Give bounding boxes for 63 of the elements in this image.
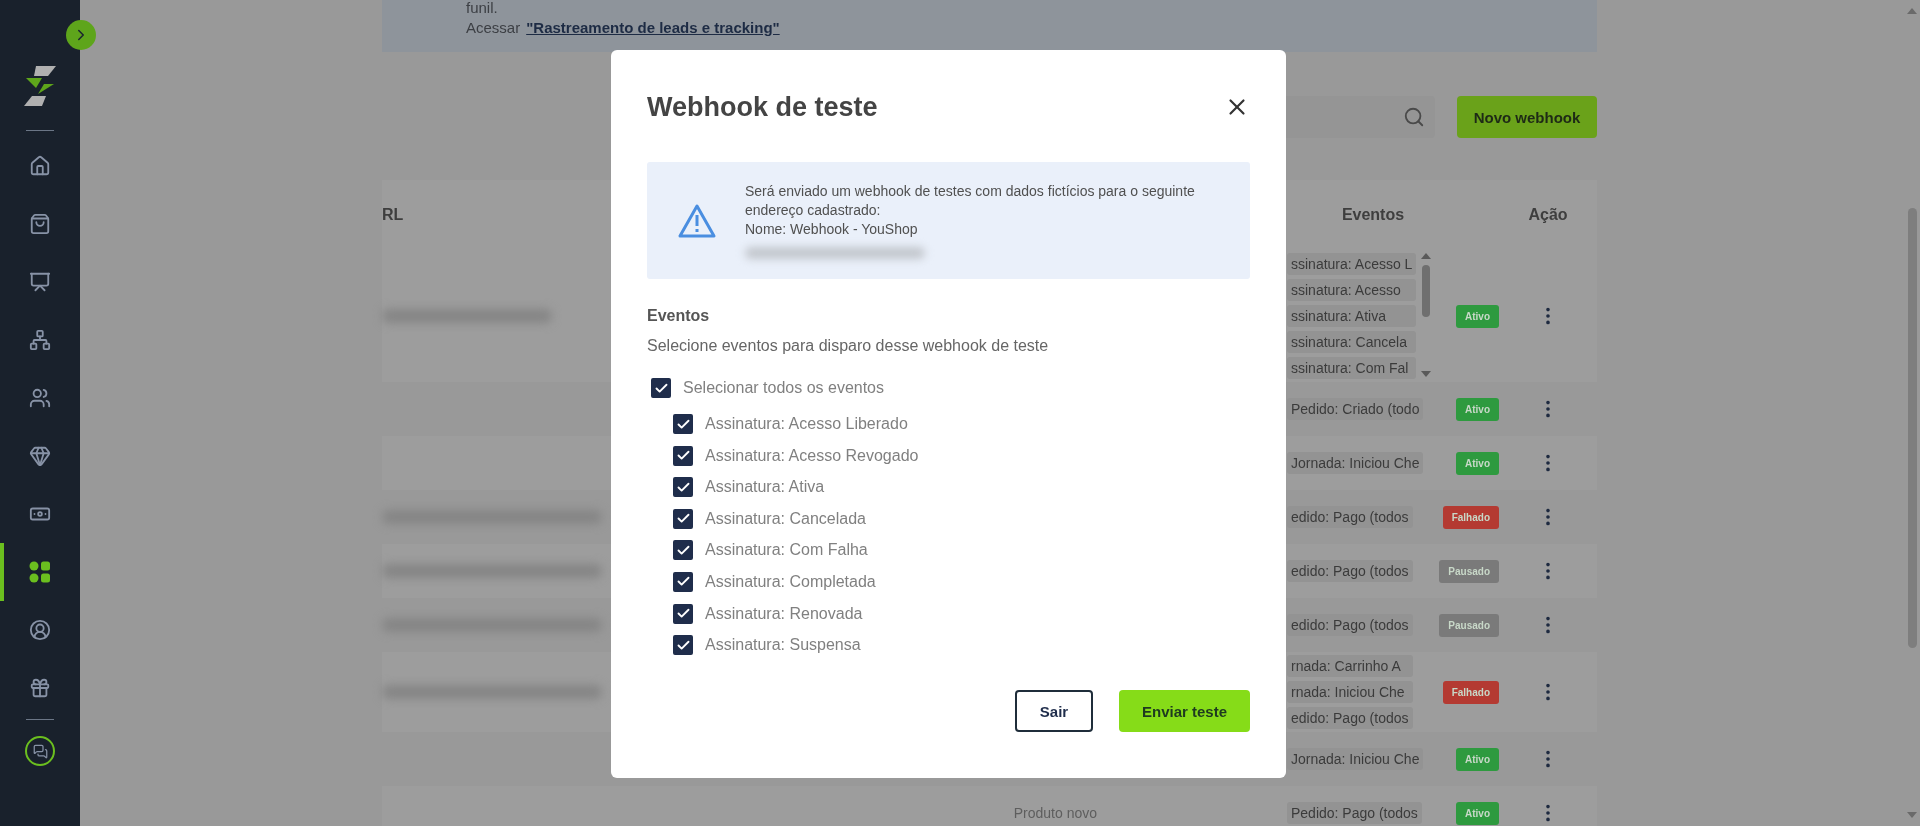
- event-checkbox[interactable]: Assinatura: Cancelada: [673, 507, 1250, 530]
- gift-icon: [29, 677, 51, 699]
- column-header: Ação: [1528, 206, 1568, 223]
- banner-text: Acessar: [466, 19, 521, 36]
- event-checkbox[interactable]: Assinatura: Com Falha: [673, 539, 1250, 562]
- new-webhook-button[interactable]: Novo webhook: [1457, 96, 1597, 138]
- banner-text: funil.: [466, 0, 498, 16]
- event-checkbox[interactable]: Assinatura: Acesso Revogado: [673, 444, 1250, 467]
- column-header: RL: [382, 206, 404, 223]
- status-badge: Falhado: [1442, 680, 1499, 704]
- info-text: Será enviado um webhook de testes com dados fictícios para o seguinte endereço cadastrado:: [745, 182, 1196, 220]
- event-tag: edido: Pago (todos: [1287, 560, 1413, 582]
- section-title: Eventos: [647, 307, 711, 325]
- event-tag: ssinatura: Ativa: [1287, 305, 1417, 327]
- chat-button[interactable]: [25, 736, 55, 766]
- event-tag: edido: Pago (todos: [1287, 506, 1413, 528]
- product-text: Produto novo: [1013, 805, 1097, 821]
- event-checkbox[interactable]: Assinatura: Acesso Liberado: [673, 413, 1250, 435]
- event-tag: Pedido: Pago (todos: [1287, 802, 1422, 824]
- event-checkbox[interactable]: Assinatura: Suspensa: [673, 634, 1250, 657]
- send-test-button[interactable]: Enviar teste: [1119, 690, 1250, 733]
- presentation-board-icon: [29, 271, 51, 293]
- status-badge: Ativo: [1456, 304, 1499, 328]
- expand-sidebar-button[interactable]: [66, 20, 96, 50]
- webhook-name-text: Nome: Webhook - YouShop: [745, 220, 919, 239]
- logo-icon: [22, 64, 58, 108]
- status-badge: Ativo: [1456, 397, 1499, 421]
- event-checkbox[interactable]: Assinatura: Completada: [673, 570, 1250, 593]
- exit-button[interactable]: Sair: [1015, 690, 1093, 733]
- event-tag: ssinatura: Acesso: [1287, 279, 1417, 301]
- status-badge: Falhado: [1442, 505, 1499, 529]
- event-tag: rnada: Carrinho A: [1287, 655, 1413, 677]
- status-badge: Ativo: [1456, 451, 1499, 475]
- apps-grid-icon: [29, 561, 51, 583]
- people-icon: [29, 387, 51, 409]
- home-icon: [29, 155, 51, 177]
- column-header: Eventos: [1341, 206, 1405, 223]
- search-icon: [1403, 106, 1425, 128]
- event-tag: ssinatura: Com Fal: [1287, 357, 1417, 379]
- warning-icon: [677, 202, 717, 239]
- event-tag: edido: Pago (todos: [1287, 707, 1413, 729]
- dialog-title: Webhook de teste: [647, 91, 878, 123]
- event-checkbox[interactable]: Assinatura: Ativa: [673, 476, 1250, 499]
- network-icon: [29, 329, 51, 351]
- status-badge: Pausado: [1439, 613, 1499, 637]
- event-tag: edido: Pago (todos: [1287, 614, 1413, 636]
- status-badge: Pausado: [1439, 559, 1499, 583]
- event-tag: ssinatura: Acesso L: [1287, 253, 1417, 275]
- tracking-link[interactable]: "Rastreamento de leads e tracking": [526, 19, 780, 36]
- status-badge: Ativo: [1456, 747, 1499, 771]
- event-tag: Pedido: Criado (todo: [1287, 398, 1424, 420]
- event-tag: ssinatura: Cancela: [1287, 331, 1417, 353]
- select-all-checkbox[interactable]: Selecionar todos os eventos: [651, 377, 1250, 399]
- section-hint: Selecione eventos para disparo desse webhook de teste: [647, 337, 1050, 355]
- event-checkbox[interactable]: Assinatura: Renovada: [673, 602, 1250, 625]
- user-icon: [29, 619, 51, 641]
- gem-icon: [29, 445, 51, 467]
- event-tag: Jornada: Iniciou Che: [1287, 452, 1424, 474]
- event-tag: Jornada: Iniciou Che: [1287, 748, 1424, 770]
- status-badge: Ativo: [1456, 801, 1499, 825]
- chat-icon: [32, 743, 48, 759]
- event-tag: rnada: Iniciou Che: [1287, 681, 1413, 703]
- bag-icon: [29, 213, 51, 235]
